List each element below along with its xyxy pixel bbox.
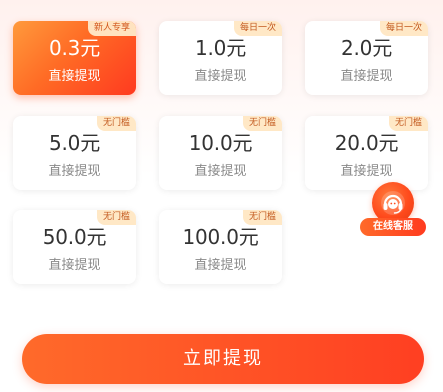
option-subtitle: 直接提现 bbox=[194, 258, 247, 273]
withdraw-option-20-0[interactable]: 无门槛 20.0元 直接提现 bbox=[305, 116, 428, 190]
option-tag: 每日一次 bbox=[233, 21, 282, 36]
option-amount: 10.0元 bbox=[188, 131, 253, 155]
option-amount: 5.0元 bbox=[48, 131, 100, 155]
option-amount: 1.0元 bbox=[194, 36, 246, 60]
option-amount: 100.0元 bbox=[182, 225, 259, 249]
customer-service-label: 在线客服 bbox=[360, 218, 426, 236]
option-subtitle: 直接提现 bbox=[340, 164, 393, 179]
option-subtitle: 直接提现 bbox=[48, 258, 101, 273]
option-tag: 无门槛 bbox=[96, 210, 136, 225]
option-tag: 无门槛 bbox=[242, 116, 282, 131]
option-tag: 无门槛 bbox=[242, 210, 282, 225]
option-amount: 0.3元 bbox=[48, 36, 100, 60]
option-tag: 每日一次 bbox=[379, 21, 428, 36]
withdraw-option-0-3[interactable]: 新人专享 0.3元 直接提现 bbox=[13, 21, 136, 95]
withdraw-option-5-0[interactable]: 无门槛 5.0元 直接提现 bbox=[13, 116, 136, 190]
option-amount: 20.0元 bbox=[334, 131, 399, 155]
withdraw-option-1-0[interactable]: 每日一次 1.0元 直接提现 bbox=[159, 21, 282, 95]
withdraw-option-100-0[interactable]: 无门槛 100.0元 直接提现 bbox=[159, 210, 282, 284]
withdraw-option-2-0[interactable]: 每日一次 2.0元 直接提现 bbox=[305, 21, 428, 95]
option-subtitle: 直接提现 bbox=[194, 69, 247, 84]
withdraw-now-button[interactable]: 立即提现 bbox=[22, 334, 424, 384]
option-amount: 50.0元 bbox=[42, 225, 107, 249]
option-tag: 新人专享 bbox=[87, 21, 136, 36]
withdraw-option-10-0[interactable]: 无门槛 10.0元 直接提现 bbox=[159, 116, 282, 190]
option-amount: 2.0元 bbox=[340, 36, 392, 60]
option-subtitle: 直接提现 bbox=[340, 69, 393, 84]
option-subtitle: 直接提现 bbox=[194, 164, 247, 179]
withdraw-option-50-0[interactable]: 无门槛 50.0元 直接提现 bbox=[13, 210, 136, 284]
option-subtitle: 直接提现 bbox=[48, 164, 101, 179]
option-tag: 无门槛 bbox=[96, 116, 136, 131]
option-tag: 无门槛 bbox=[388, 116, 428, 131]
option-subtitle: 直接提现 bbox=[48, 69, 101, 84]
customer-service-button[interactable]: 在线客服 bbox=[360, 180, 432, 240]
